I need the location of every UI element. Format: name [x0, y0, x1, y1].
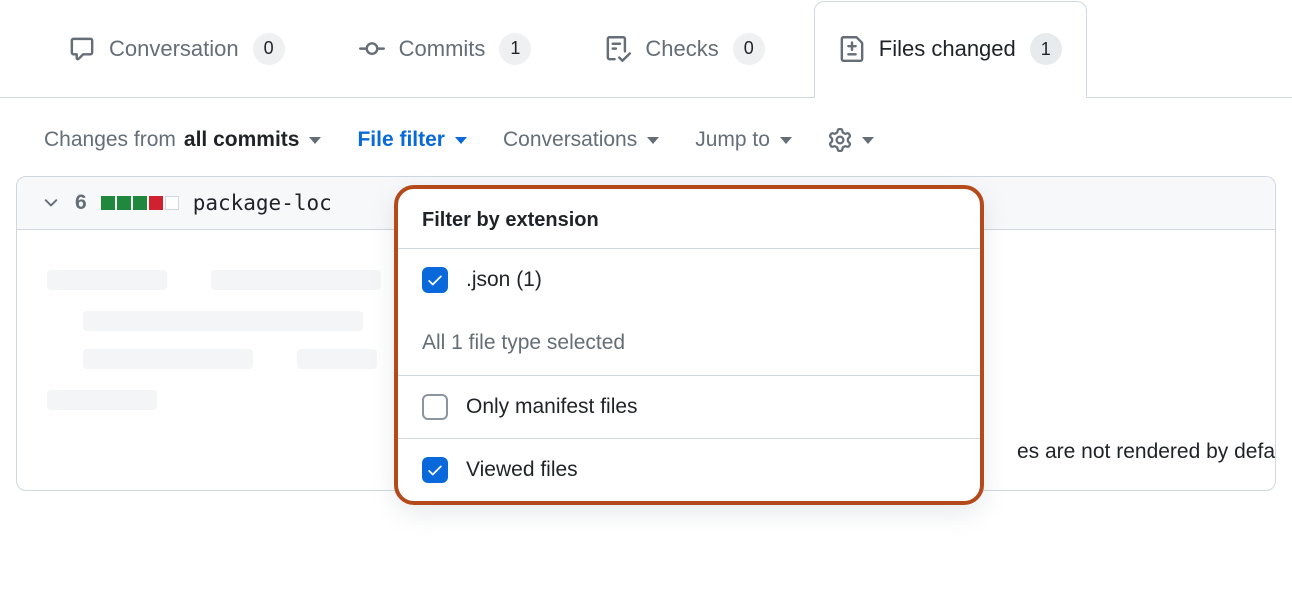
tab-label: Conversation [109, 36, 239, 62]
tab-count: 0 [733, 33, 765, 65]
tab-label: Checks [645, 36, 718, 62]
diff-add-block [101, 196, 115, 210]
changes-prefix: Changes from [44, 128, 176, 152]
render-note: es are not rendered by defa [1017, 440, 1275, 464]
file-filter-dropdown[interactable]: File filter [357, 128, 467, 152]
skeleton-line [47, 390, 157, 410]
skeleton-line [83, 349, 253, 369]
diff-add-block [133, 196, 147, 210]
tab-conversation[interactable]: Conversation 0 [44, 0, 310, 97]
tab-label: Files changed [879, 36, 1016, 62]
diff-settings-dropdown[interactable] [828, 128, 874, 152]
file-name[interactable]: package-loc [193, 191, 332, 215]
tab-label: Commits [399, 36, 486, 62]
tab-commits[interactable]: Commits 1 [334, 0, 557, 97]
checkbox-checked-icon [422, 267, 448, 293]
skeleton-line [297, 349, 377, 369]
gear-icon [828, 128, 852, 152]
caret-down-icon [647, 137, 659, 144]
changes-value: all commits [184, 128, 300, 152]
collapse-toggle[interactable] [41, 193, 61, 213]
skeleton-line [83, 311, 363, 331]
checklist-icon [605, 36, 631, 62]
filter-manifest-label: Only manifest files [466, 395, 638, 419]
filter-header: Filter by extension [398, 189, 980, 249]
caret-down-icon [862, 137, 874, 144]
tab-checks[interactable]: Checks 0 [580, 0, 789, 97]
filter-manifest-only[interactable]: Only manifest files [398, 375, 980, 438]
tab-count: 0 [253, 33, 285, 65]
diff-neutral-block [165, 196, 179, 210]
diffstat [101, 196, 179, 210]
filter-ext-label: .json (1) [466, 268, 542, 292]
commit-icon [359, 36, 385, 62]
jump-to-label: Jump to [695, 128, 770, 152]
changes-from-dropdown[interactable]: Changes from all commits [44, 128, 321, 152]
caret-down-icon [455, 137, 467, 144]
comment-icon [69, 36, 95, 62]
jump-to-dropdown[interactable]: Jump to [695, 128, 792, 152]
caret-down-icon [780, 137, 792, 144]
file-filter-label: File filter [357, 128, 445, 152]
filter-viewed-label: Viewed files [466, 458, 578, 482]
diff-line-count: 6 [75, 191, 87, 215]
tab-count: 1 [1030, 33, 1062, 65]
filter-ext-json[interactable]: .json (1) [398, 249, 980, 311]
tab-count: 1 [499, 33, 531, 65]
file-filter-menu: Filter by extension .json (1) All 1 file… [394, 185, 984, 505]
pr-tabs: Conversation 0 Commits 1 Checks 0 Files … [0, 0, 1292, 98]
caret-down-icon [309, 137, 321, 144]
filter-viewed-files[interactable]: Viewed files [398, 438, 980, 501]
conversations-label: Conversations [503, 128, 637, 152]
skeleton-line [47, 270, 167, 290]
checkbox-unchecked-icon [422, 394, 448, 420]
skeleton-line [211, 270, 381, 290]
tab-files-changed[interactable]: Files changed 1 [814, 1, 1087, 98]
diff-del-block [149, 196, 163, 210]
conversations-dropdown[interactable]: Conversations [503, 128, 659, 152]
diff-toolbar: Changes from all commits File filter Con… [0, 98, 1292, 176]
checkbox-checked-icon [422, 457, 448, 483]
diff-add-block [117, 196, 131, 210]
file-diff-icon [839, 36, 865, 62]
filter-summary: All 1 file type selected [398, 311, 980, 375]
